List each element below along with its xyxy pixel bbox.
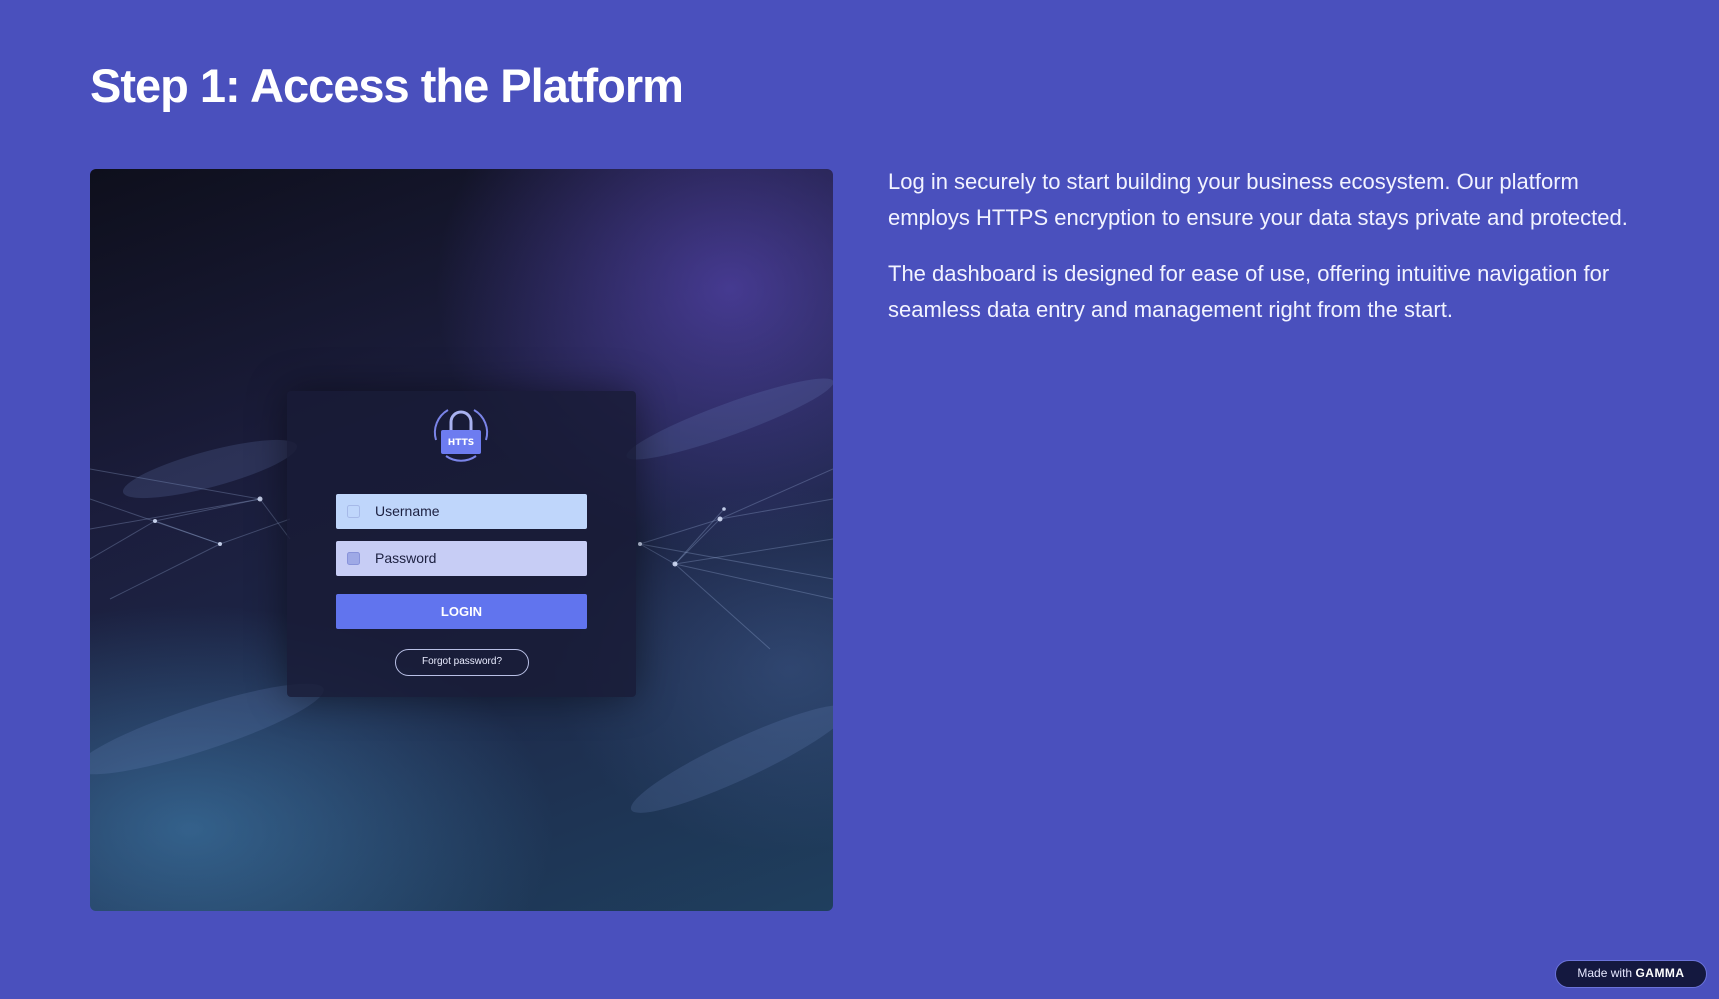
description-paragraph-1: Log in securely to start building your b…	[888, 169, 1628, 230]
login-button[interactable]: LOGIN	[336, 594, 587, 629]
badge-prefix: Made with	[1577, 966, 1633, 980]
password-field[interactable]: Password	[336, 541, 587, 576]
forgot-password-button[interactable]: Forgot password?	[395, 649, 529, 676]
made-with-gamma-badge[interactable]: Made with GAMMA	[1555, 960, 1707, 988]
slide: Step 1: Access the Platform HTTS Usernam…	[0, 0, 1719, 999]
password-placeholder: Password	[375, 550, 437, 566]
lock-label: HTTS	[447, 438, 475, 448]
password-icon	[347, 552, 360, 565]
gamma-logo: GAMMA	[1635, 966, 1685, 980]
page-title: Step 1: Access the Platform	[90, 59, 684, 112]
username-placeholder: Username	[375, 503, 440, 519]
hero-image: HTTS Username Password LOGIN Forgot pass…	[90, 169, 833, 911]
description-paragraph-2: The dashboard is designed for ease of us…	[888, 261, 1610, 322]
username-field[interactable]: Username	[336, 494, 587, 529]
login-card: HTTS Username Password LOGIN Forgot pass…	[287, 391, 636, 697]
description: Log in securely to start building your b…	[888, 164, 1630, 348]
lock-icon: HTTS	[426, 398, 496, 468]
user-icon	[347, 505, 360, 518]
